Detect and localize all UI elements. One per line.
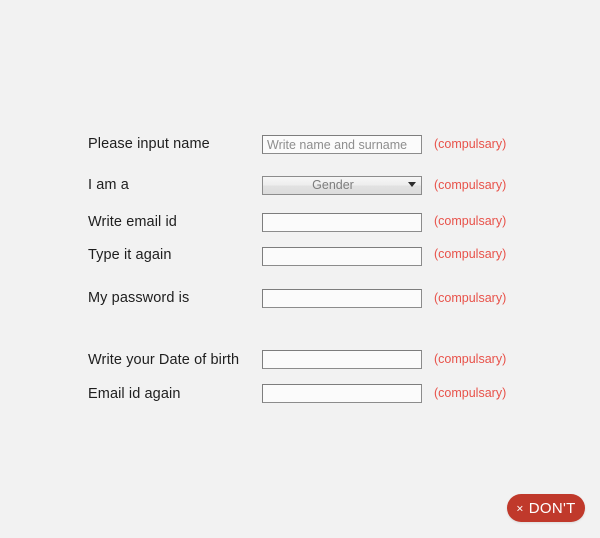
form-row-control [262, 247, 422, 266]
form-row-label: Email id again [88, 386, 181, 402]
text-input-4[interactable] [262, 247, 422, 266]
required-note: (compulsary) [434, 386, 507, 400]
form-row-control [262, 350, 422, 369]
form-row: Please input name (compulsary) [0, 133, 600, 155]
required-note: (compulsary) [434, 352, 507, 366]
required-note: (compulsary) [434, 214, 507, 228]
form-row-label: Write your Date of birth [88, 352, 240, 368]
form-row: I am a Gender (compulsary) [0, 174, 600, 196]
gender-select[interactable]: Gender [262, 176, 422, 195]
chevron-down-icon [408, 182, 416, 187]
registration-form-page: Please input name (compulsary) I am a Gende… [0, 0, 600, 538]
dont-button-label: DON'T [528, 499, 576, 517]
gender-select-value: Gender [312, 178, 354, 192]
form-row: Write your Date of birth (compulsary) [0, 349, 600, 371]
required-note: (compulsary) [434, 178, 507, 192]
form-row: Email id again (compulsary) [0, 383, 600, 405]
form-row-control: Gender [262, 176, 422, 195]
dont-button[interactable]: × DON'T [507, 494, 585, 522]
text-input-1[interactable] [262, 135, 422, 154]
required-note: (compulsary) [434, 291, 507, 305]
text-input-7[interactable] [262, 384, 422, 403]
form-row: Type it again (compulsary) [0, 244, 600, 266]
text-input-6[interactable] [262, 350, 422, 369]
form-row-label: I am a [88, 177, 129, 193]
text-input-5[interactable] [262, 289, 422, 308]
required-note: (compulsary) [434, 247, 507, 261]
form-row-label: Write email id [88, 214, 177, 230]
form-row-control [262, 289, 422, 308]
form-row: Write email id (compulsary) [0, 211, 600, 233]
form-row-control [262, 213, 422, 232]
form-row-label: My password is [88, 290, 190, 306]
close-x-icon: × [516, 501, 524, 516]
form-row-control [262, 384, 422, 403]
required-note: (compulsary) [434, 137, 507, 151]
form-row-label: Please input name [88, 136, 210, 152]
text-input-3[interactable] [262, 213, 422, 232]
form-row-control [262, 135, 422, 154]
form-row-label: Type it again [88, 247, 172, 263]
form-row: My password is (compulsary) [0, 287, 600, 309]
